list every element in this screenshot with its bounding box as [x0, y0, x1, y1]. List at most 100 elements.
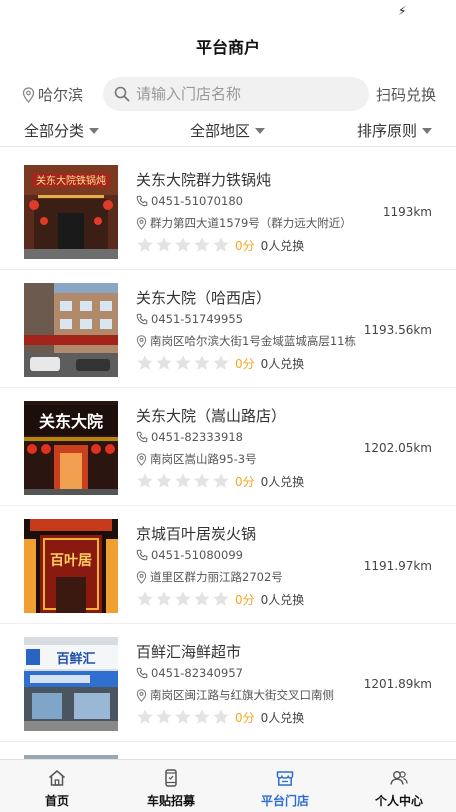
tab-home[interactable]: 首页	[0, 760, 114, 812]
star-icon	[194, 591, 210, 606]
store-phone-text: 0451-51080099	[151, 548, 243, 562]
store-name: 百鲜汇海鲜超市	[136, 643, 242, 661]
store-item[interactable]: 关东大院 关东大院（嵩山路店） 0451-82333918 南岗区嵩山路95-3…	[0, 387, 456, 506]
star-icon	[194, 709, 210, 724]
star-icon	[137, 237, 153, 252]
store-address-text: 群力第四大道1579号（群力远大附近）	[150, 216, 352, 230]
star-icon	[175, 355, 191, 370]
store-phone-text: 0451-51749955	[151, 312, 243, 326]
store-distance: 1202.05km	[363, 441, 432, 455]
star-icon	[137, 591, 153, 606]
phone-icon	[136, 431, 148, 443]
tab-profile-label: 个人中心	[374, 794, 423, 808]
dropdown-caret-icon	[255, 127, 266, 134]
star-icon	[175, 473, 191, 488]
store-redeem-count: 0人兑换	[260, 710, 305, 725]
store-score: 0分	[235, 356, 255, 371]
filter-region[interactable]: 全部地区	[190, 120, 266, 141]
city-selector[interactable]: 哈尔滨	[22, 84, 83, 105]
location-pin-icon	[22, 86, 35, 103]
status-bar: ⚡	[0, 0, 456, 24]
star-icon	[156, 237, 172, 252]
search-row: 哈尔滨 扫码兑换	[0, 74, 456, 114]
store-phone[interactable]: 0451-51070180	[136, 194, 243, 208]
store-photo: 百鲜汇	[24, 637, 118, 731]
store-item[interactable]	[0, 741, 456, 759]
store-name: 关东大院（哈西店）	[136, 289, 272, 307]
store-address-text: 南岗区嵩山路95-3号	[150, 452, 257, 466]
store-address-text: 道里区群力丽江路2702号	[150, 570, 283, 584]
star-icon	[213, 355, 229, 370]
star-icon	[194, 473, 210, 488]
star-icon	[194, 237, 210, 252]
store-address: 南岗区嵩山路95-3号	[136, 451, 365, 467]
phone-icon	[136, 195, 148, 207]
store-distance: 1193.56km	[363, 323, 432, 337]
page-title: 平台商户	[195, 38, 260, 57]
store-sign-text: 百叶居	[50, 553, 92, 569]
tab-platform-stores[interactable]: 平台门店	[228, 760, 342, 812]
store-address: 南岗区闽江路与红旗大街交叉口南侧	[136, 687, 365, 703]
store-rating: 0分 0人兑换	[136, 236, 304, 254]
store-redeem-count: 0人兑换	[260, 474, 305, 489]
search-box[interactable]	[103, 77, 369, 111]
store-rating: 0分 0人兑换	[136, 708, 304, 726]
store-phone-text: 0451-82340957	[151, 666, 243, 680]
location-pin-icon	[136, 216, 147, 230]
store-photo: 关东大院	[24, 401, 118, 495]
store-phone[interactable]: 0451-82340957	[136, 666, 243, 680]
store-address: 南岗区哈尔滨大街1号金域蓝城高层11栋	[136, 333, 365, 349]
star-icon	[156, 709, 172, 724]
star-icon	[175, 591, 191, 606]
store-item[interactable]: 百叶居 京城百叶居炭火锅 0451-51080099 道里区群力丽江路2702号…	[0, 505, 456, 624]
star-icon	[175, 709, 191, 724]
filter-category[interactable]: 全部分类	[24, 120, 100, 141]
search-icon	[114, 86, 130, 102]
tab-profile[interactable]: 个人中心	[342, 760, 456, 812]
search-input[interactable]	[136, 85, 336, 103]
star-icon	[156, 591, 172, 606]
lightning-icon: ⚡	[398, 4, 407, 18]
store-address: 群力第四大道1579号（群力远大附近）	[136, 215, 365, 231]
store-item[interactable]: 关东大院（哈西店） 0451-51749955 南岗区哈尔滨大街1号金域蓝城高层…	[0, 269, 456, 388]
store-redeem-count: 0人兑换	[260, 238, 305, 253]
store-address-text: 南岗区闽江路与红旗大街交叉口南侧	[150, 688, 334, 702]
store-rating: 0分 0人兑换	[136, 590, 304, 608]
store-score: 0分	[235, 474, 255, 489]
store-address-text: 南岗区哈尔滨大街1号金域蓝城高层11栋	[150, 334, 356, 348]
star-icon	[156, 473, 172, 488]
home-icon	[49, 770, 65, 786]
store-distance: 1201.89km	[363, 677, 432, 691]
store-score: 0分	[235, 238, 255, 253]
store-photo: 百叶居	[24, 519, 118, 613]
store-phone[interactable]: 0451-51080099	[136, 548, 243, 562]
store-redeem-count: 0人兑换	[260, 592, 305, 607]
store-redeem-count: 0人兑换	[260, 356, 305, 371]
phone-icon	[136, 667, 148, 679]
filter-sort[interactable]: 排序原则	[357, 120, 433, 141]
store-phone-text: 0451-82333918	[151, 430, 243, 444]
store-sign-text: 关东大院	[39, 412, 103, 431]
location-pin-icon	[136, 452, 147, 466]
location-pin-icon	[136, 334, 147, 348]
store-phone[interactable]: 0451-82333918	[136, 430, 243, 444]
store-name: 京城百叶居炭火锅	[136, 525, 257, 543]
phone-icon	[165, 769, 177, 787]
store-item[interactable]: 关东大院铁锅炖 关东大院群力铁锅炖 0451-51070180 群力第四大道15…	[0, 151, 456, 270]
store-phone-text: 0451-51070180	[151, 194, 243, 208]
star-icon	[213, 473, 229, 488]
star-icon	[213, 237, 229, 252]
tab-sticker-recruit[interactable]: 车贴招募	[114, 760, 228, 812]
star-icon	[156, 355, 172, 370]
store-item[interactable]: 百鲜汇 百鲜汇海鲜超市 0451-82340957 南岗区闽江路与红旗大街交叉口…	[0, 623, 456, 742]
scan-redeem-button[interactable]: 扫码兑换	[376, 84, 436, 105]
store-sign-text: 百鲜汇	[56, 651, 95, 667]
tab-sticker-recruit-label: 车贴招募	[146, 794, 195, 808]
store-name: 关东大院（嵩山路店）	[136, 407, 287, 425]
phone-icon	[136, 549, 148, 561]
store-phone[interactable]: 0451-51749955	[136, 312, 243, 326]
store-distance: 1193km	[382, 205, 432, 219]
store-photo	[24, 283, 118, 377]
star-icon	[137, 355, 153, 370]
dropdown-caret-icon	[422, 127, 433, 134]
